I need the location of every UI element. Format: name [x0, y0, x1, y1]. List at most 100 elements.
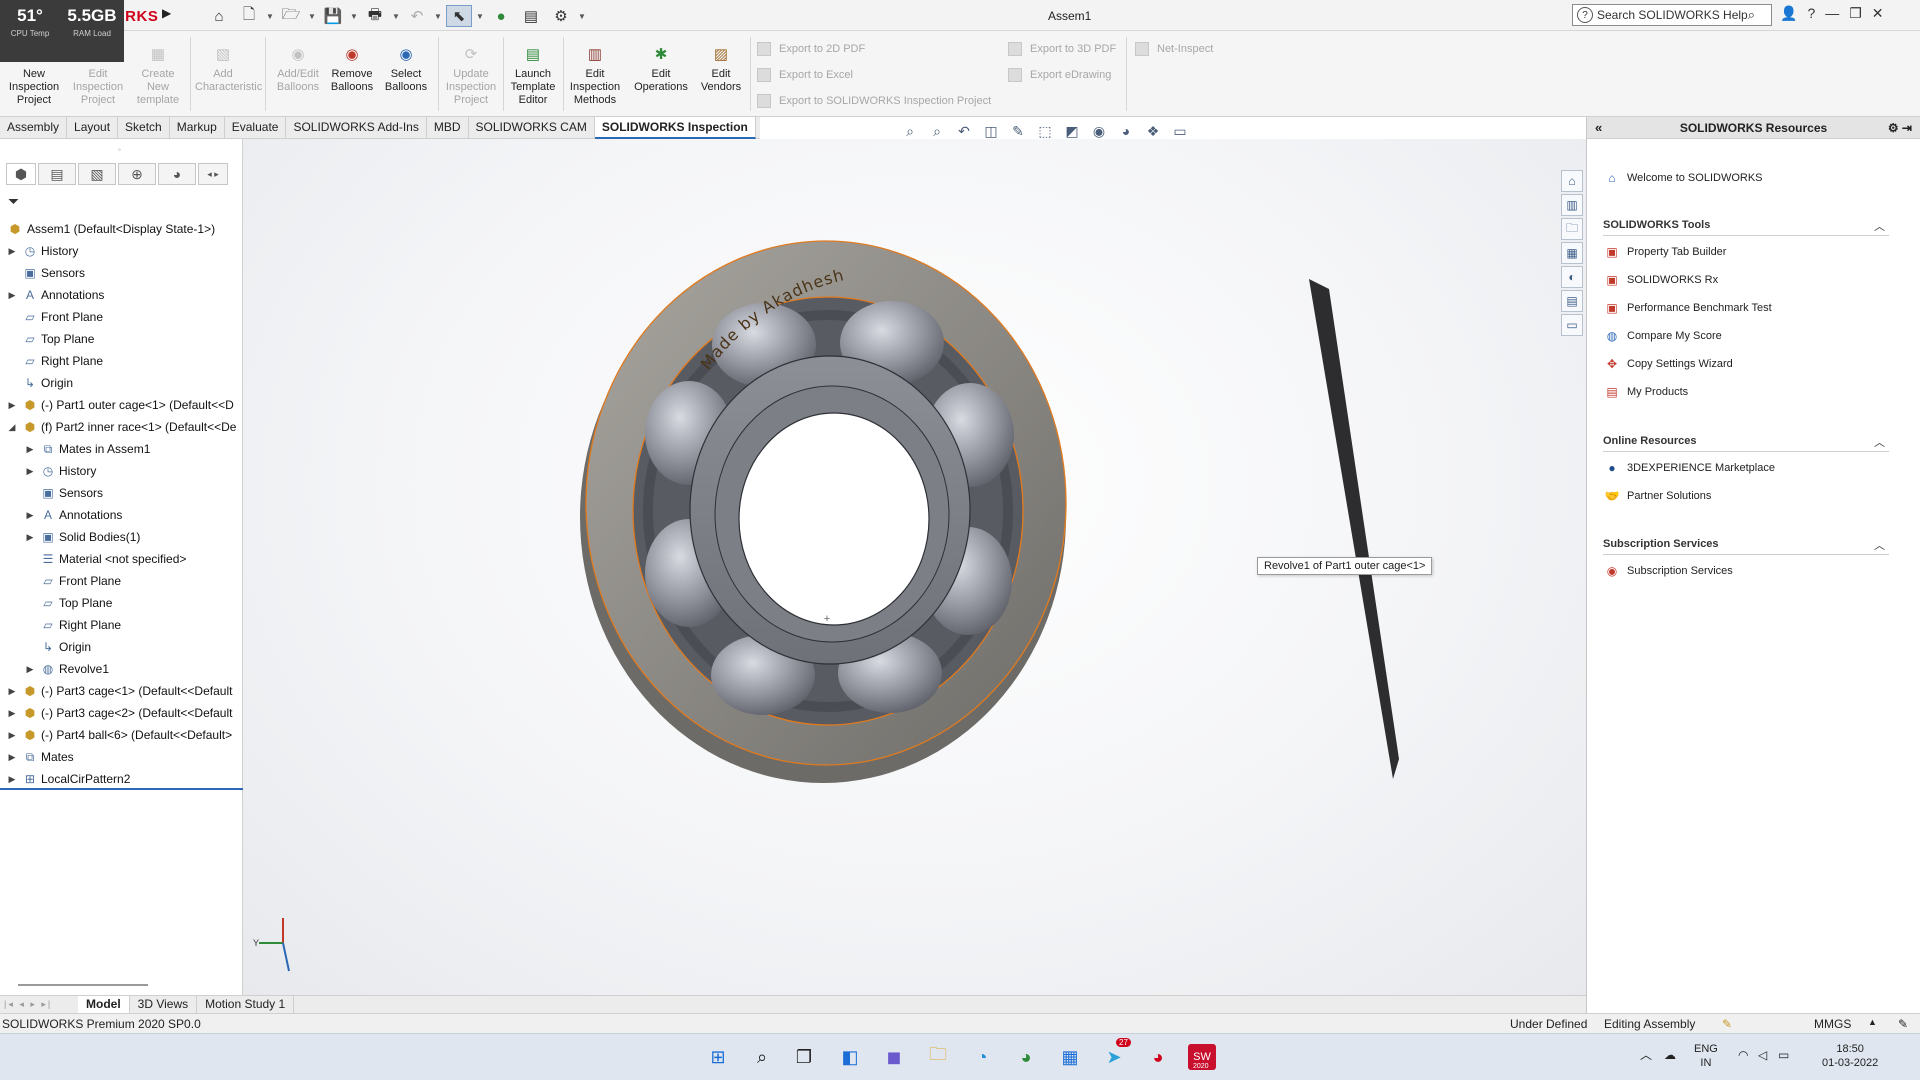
pin-icon[interactable]: ⚙ ⇥: [1888, 117, 1912, 139]
onedrive-icon[interactable]: ☁: [1664, 1048, 1676, 1062]
tab-scroll-icon[interactable]: ◂ ▸: [198, 163, 228, 185]
tree-item[interactable]: ▶ ⬢ (-) Part4 ball<6> (Default<<Default>: [0, 724, 243, 746]
hide-show-items-icon[interactable]: ◉: [1089, 122, 1109, 140]
tab-mbd[interactable]: MBD: [427, 117, 469, 139]
tab-layout[interactable]: Layout: [67, 117, 119, 139]
section-subscription-header[interactable]: Subscription Services ︿: [1603, 538, 1889, 555]
dynamic-annotation-icon[interactable]: ✎: [1008, 122, 1028, 140]
teams-chat-icon[interactable]: ◼: [880, 1044, 908, 1070]
edit-appearance-icon[interactable]: ◕: [1116, 122, 1136, 140]
search-icon[interactable]: ⌕: [1748, 7, 1755, 23]
edge-icon[interactable]: ◔: [968, 1044, 996, 1070]
section-view-icon[interactable]: ◫: [981, 122, 1001, 140]
tab-markup[interactable]: Markup: [170, 117, 225, 139]
file-properties-icon[interactable]: ▤: [518, 5, 544, 27]
tree-item[interactable]: ▱ Right Plane: [0, 350, 243, 372]
show-hidden-icons-icon[interactable]: ︿: [1640, 1048, 1652, 1062]
collapse-arrow-icon[interactable]: ◢: [7, 416, 17, 438]
expand-arrow-icon[interactable]: ▶: [7, 680, 17, 702]
restore-icon[interactable]: ❐: [1849, 5, 1862, 22]
my-products-link[interactable]: ▤ My Products: [1603, 383, 1688, 401]
print-icon[interactable]: 🖶: [362, 5, 388, 27]
property-manager-tab-icon[interactable]: ▤: [38, 163, 76, 185]
menu-expand-arrow-icon[interactable]: ▶: [162, 6, 171, 20]
zoom-to-area-icon[interactable]: ⌕: [927, 122, 947, 140]
tree-item[interactable]: ▣ Sensors: [0, 262, 243, 284]
remove-balloons-button[interactable]: ◉ Remove Balloons: [324, 43, 380, 94]
expand-arrow-icon[interactable]: ▶: [7, 768, 17, 788]
tree-item[interactable]: ▶ ▣ Solid Bodies(1): [0, 526, 243, 548]
add-characteristic-button[interactable]: ▧ Add Characteristic: [195, 43, 262, 94]
tree-item[interactable]: ▶ ⬢ (-) Part1 outer cage<1> (Default<<D: [0, 394, 243, 416]
tab-sketch[interactable]: Sketch: [118, 117, 170, 139]
unit-system[interactable]: MMGS: [1814, 1017, 1851, 1031]
tree-item[interactable]: ▱ Front Plane: [0, 306, 243, 328]
open-icon[interactable]: 🗁: [278, 5, 304, 27]
tree-horizontal-scrollbar[interactable]: [18, 984, 148, 986]
edit-vendors-button[interactable]: ▨ Edit Vendors: [693, 43, 749, 94]
section-tools-header[interactable]: SOLIDWORKS Tools ︿: [1603, 219, 1889, 236]
file-explorer-tab-icon[interactable]: 🗀: [1561, 218, 1583, 240]
options-icon[interactable]: ⚙: [548, 5, 574, 27]
help-menu-icon[interactable]: ?: [1807, 5, 1815, 22]
new-icon[interactable]: 🗋: [236, 5, 262, 27]
launch-template-editor-button[interactable]: ▤ Launch Template Editor: [505, 43, 561, 107]
tree-item[interactable]: ☰ Material <not specified>: [0, 548, 243, 570]
solidworks-rx-link[interactable]: ▣ SOLIDWORKS Rx: [1603, 271, 1718, 289]
tree-item[interactable]: ▶ ⧉ Mates: [0, 746, 243, 768]
tree-root-assembly[interactable]: ⬢ Assem1 (Default<Display State-1>): [0, 218, 243, 240]
tree-item[interactable]: ▶ ◷ History: [0, 460, 243, 482]
tree-item[interactable]: ▶ ⬢ (-) Part3 cage<2> (Default<<Default: [0, 702, 243, 724]
wifi-icon[interactable]: ◠: [1738, 1048, 1748, 1062]
chevron-up-icon[interactable]: ︿: [1874, 537, 1885, 553]
tree-item[interactable]: ▣ Sensors: [0, 482, 243, 504]
chrome-profile-icon[interactable]: ◕: [1144, 1044, 1172, 1070]
battery-icon[interactable]: ▭: [1778, 1048, 1789, 1062]
volume-icon[interactable]: ◁: [1758, 1048, 1767, 1062]
store-icon[interactable]: ▦: [1056, 1044, 1084, 1070]
filter-icon[interactable]: ⏷: [8, 193, 19, 210]
export-3d-pdf-button[interactable]: Export to 3D PDF: [1008, 42, 1116, 56]
dimxpert-tab-icon[interactable]: ⊕: [118, 163, 156, 185]
display-style-icon[interactable]: ◩: [1062, 122, 1082, 140]
design-library-icon[interactable]: ▥: [1561, 194, 1583, 216]
tab-addins[interactable]: SOLIDWORKS Add-Ins: [286, 117, 427, 139]
new-dropdown-icon[interactable]: ▼: [266, 5, 274, 27]
configuration-manager-tab-icon[interactable]: ▧: [78, 163, 116, 185]
custom-properties-icon[interactable]: ▤: [1561, 290, 1583, 312]
zoom-to-fit-icon[interactable]: ⌕: [900, 122, 920, 140]
print-dropdown-icon[interactable]: ▼: [392, 5, 400, 27]
tree-item[interactable]: ▶ ⧉ Mates in Assem1: [0, 438, 243, 460]
tree-item[interactable]: ▶ ⬢ (-) Part3 cage<1> (Default<<Default: [0, 680, 243, 702]
expand-arrow-icon[interactable]: ▶: [25, 460, 35, 482]
feature-tree-tab-icon[interactable]: ⬢: [6, 163, 36, 185]
expand-arrow-icon[interactable]: ▶: [7, 702, 17, 724]
tab-3d-views[interactable]: 3D Views: [130, 996, 198, 1013]
copy-settings-link[interactable]: ✥ Copy Settings Wizard: [1603, 355, 1733, 373]
expand-arrow-icon[interactable]: ▶: [25, 526, 35, 548]
export-edrawing-button[interactable]: Export eDrawing: [1008, 68, 1111, 82]
minimize-icon[interactable]: —: [1825, 5, 1839, 22]
tree-item[interactable]: ▶ A Annotations: [0, 284, 243, 306]
options-dropdown-icon[interactable]: ▼: [578, 5, 586, 27]
tree-item[interactable]: ▱ Right Plane: [0, 614, 243, 636]
expand-arrow-icon[interactable]: ▶: [7, 284, 17, 306]
tab-model[interactable]: Model: [78, 996, 130, 1013]
chrome-icon[interactable]: ◕: [1012, 1044, 1040, 1070]
undo-icon[interactable]: ↶: [404, 5, 430, 27]
select-dropdown-icon[interactable]: ▼: [476, 5, 484, 27]
tree-item[interactable]: ▶ A Annotations: [0, 504, 243, 526]
welcome-link[interactable]: ⌂ Welcome to SOLIDWORKS: [1603, 169, 1762, 187]
appearances-icon[interactable]: ◐: [1561, 266, 1583, 288]
quick-tips-icon[interactable]: ✎: [1898, 1017, 1908, 1031]
home-icon[interactable]: ⌂: [206, 5, 232, 27]
marketplace-link[interactable]: ● 3DEXPERIENCE Marketplace: [1603, 459, 1775, 477]
section-online-header[interactable]: Online Resources ︿: [1603, 435, 1889, 452]
telegram-icon[interactable]: ➤: [1100, 1044, 1128, 1070]
close-icon[interactable]: ✕: [1872, 5, 1884, 22]
clock[interactable]: 18:50 01-03-2022: [1822, 1042, 1878, 1070]
expand-arrow-icon[interactable]: ▶: [7, 394, 17, 416]
expand-arrow-icon[interactable]: ▶: [25, 438, 35, 460]
forum-icon[interactable]: ▭: [1561, 314, 1583, 336]
tree-item[interactable]: ◢ ⬢ (f) Part2 inner race<1> (Default<<De: [0, 416, 243, 438]
